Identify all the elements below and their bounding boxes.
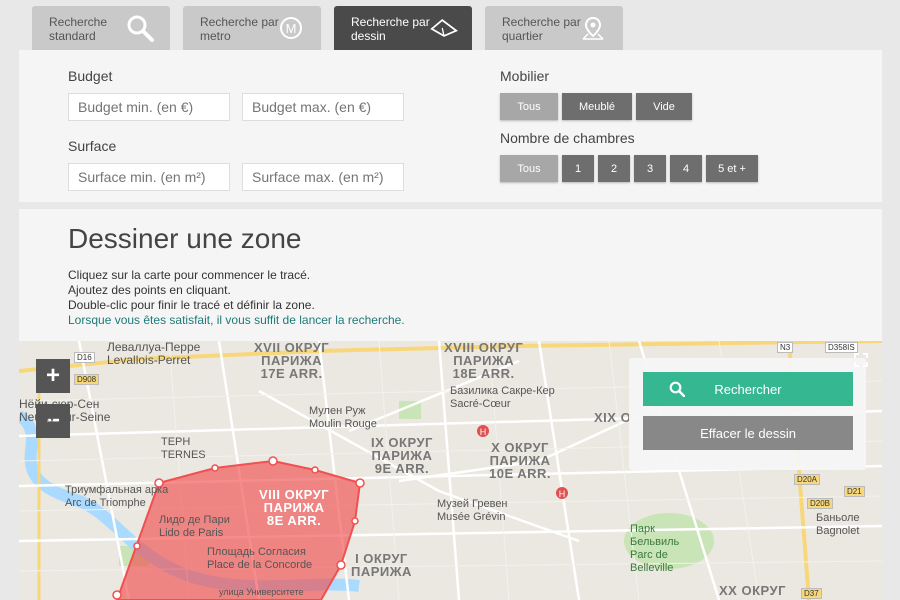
chambres-2-button[interactable]: 2 bbox=[598, 155, 630, 182]
map-pin-icon bbox=[579, 14, 607, 42]
mobilier-vide-button[interactable]: Vide bbox=[636, 93, 692, 120]
search-button[interactable]: Rechercher bbox=[643, 372, 853, 406]
surface-label: Surface bbox=[68, 138, 117, 154]
map-canvas[interactable]: H H + − D16 D908 D358IS N3 D20A D20B D21… bbox=[19, 341, 882, 600]
road-badge: N3 bbox=[777, 342, 794, 353]
filters-panel: Budget Surface Mobilier Tous Meublé Vide… bbox=[19, 50, 882, 202]
chambres-1-button[interactable]: 1 bbox=[562, 155, 594, 182]
draw-zone-panel: Dessiner une zone Cliquez sur la carte p… bbox=[19, 209, 882, 341]
chambres-4-button[interactable]: 4 bbox=[670, 155, 702, 182]
search-mode-tabs: Recherche standard Recherche par metro M… bbox=[32, 6, 623, 50]
map-label-1er: I ОКРУГ ПАРИЖА bbox=[351, 551, 412, 579]
instruction-line: Cliquez sur la carte pour commencer le t… bbox=[68, 268, 311, 282]
tab-standard-label: Recherche standard bbox=[49, 15, 108, 43]
tab-standard[interactable]: Recherche standard bbox=[32, 6, 170, 50]
map-label-grevin: Музей Гревен Musée Grévin bbox=[437, 498, 508, 523]
instruction-line-highlight: Lorsque vous êtes satisfait, il vous suf… bbox=[68, 313, 405, 327]
map-label-9e: IX ОКРУГ ПАРИЖА 9E ARR. bbox=[371, 435, 433, 476]
budget-min-input[interactable] bbox=[68, 93, 230, 121]
budget-label: Budget bbox=[68, 68, 113, 84]
tab-metro-label: Recherche par metro bbox=[200, 15, 279, 43]
tab-metro[interactable]: Recherche par metro M bbox=[183, 6, 321, 50]
search-button-label: Rechercher bbox=[714, 381, 782, 397]
map-label-19e: XIX О bbox=[594, 410, 632, 425]
map-label-belleville: Парк Бельвиль Parc de Belleville bbox=[630, 523, 680, 574]
map-label-concorde: Площадь Согласия Place de la Concorde bbox=[207, 546, 313, 571]
chambres-options: Tous 1 2 3 4 5 et + bbox=[500, 155, 758, 182]
road-badge: D358IS bbox=[825, 342, 858, 353]
mobilier-label: Mobilier bbox=[500, 68, 550, 84]
map-label-20e: XX ОКРУГ bbox=[719, 583, 786, 598]
instruction-line: Double-clic pour finir le tracé et défin… bbox=[68, 298, 315, 312]
tab-quartier[interactable]: Recherche par quartier bbox=[485, 6, 623, 50]
road-badge: D908 bbox=[74, 374, 100, 385]
map-label-ternes: ТЕРН TERNES bbox=[161, 436, 206, 461]
draw-instructions: Cliquez sur la carte pour commencer le t… bbox=[68, 268, 405, 328]
clear-drawing-button[interactable]: Effacer le dessin bbox=[643, 416, 853, 450]
map-label-street: улица Университете bbox=[219, 587, 304, 597]
draw-icon bbox=[430, 14, 458, 42]
road-badge: D16 bbox=[74, 352, 95, 363]
map-label-bagnolet: Баньоле Bagnolet bbox=[816, 512, 860, 537]
chambres-5plus-button[interactable]: 5 et + bbox=[706, 155, 758, 182]
map-label-arc-triomphe: Триумфальная арка Arc de Triomphe bbox=[65, 484, 169, 509]
search-icon bbox=[126, 14, 154, 42]
map-label-17e: XVII ОКРУГ ПАРИЖА 17E ARR. bbox=[254, 341, 330, 381]
map-action-panel: Rechercher Effacer le dessin bbox=[629, 358, 866, 470]
map-label-sacre-coeur: Базилика Сакре-Кер Sacré-Cœur bbox=[450, 385, 555, 410]
fullscreen-icon[interactable] bbox=[854, 353, 868, 367]
map-label-8e: VIII ОКРУГ ПАРИЖА 8E ARR. bbox=[259, 487, 330, 528]
svg-text:H: H bbox=[559, 489, 566, 499]
surface-min-input[interactable] bbox=[68, 163, 230, 191]
tab-quartier-label: Recherche par quartier bbox=[502, 15, 581, 43]
metro-icon: M bbox=[277, 14, 305, 42]
svg-text:M: M bbox=[286, 21, 297, 36]
road-badge: D21 bbox=[844, 486, 865, 497]
road-badge: D20B bbox=[807, 498, 834, 509]
tab-draw[interactable]: Recherche par dessin bbox=[334, 6, 472, 50]
chambres-3-button[interactable]: 3 bbox=[634, 155, 666, 182]
road-badge: D20A bbox=[794, 474, 821, 485]
chambres-tous-button[interactable]: Tous bbox=[500, 155, 558, 182]
budget-max-input[interactable] bbox=[242, 93, 404, 121]
instruction-line: Ajoutez des points en cliquant. bbox=[68, 283, 231, 297]
chambres-label: Nombre de chambres bbox=[500, 130, 635, 146]
map-label-10e: X ОКРУГ ПАРИЖА 10E ARR. bbox=[489, 440, 552, 481]
tab-draw-label: Recherche par dessin bbox=[351, 15, 430, 43]
road-badge: D37 bbox=[801, 588, 822, 599]
map-label-levallois: Леваллуа-Перре Levallois-Perret bbox=[107, 341, 201, 367]
map-label-lido: Лидо де Пари Lido de Paris bbox=[159, 514, 230, 539]
surface-max-input[interactable] bbox=[242, 163, 404, 191]
mobilier-options: Tous Meublé Vide bbox=[500, 93, 692, 120]
page-title: Dessiner une zone bbox=[68, 223, 302, 254]
map-label-18e: XVIII ОКРУГ ПАРИЖА 18E ARR. bbox=[444, 341, 524, 381]
map-label-neuilly: Нёйи-сюр-Сен Neuilly-sur-Seine bbox=[19, 397, 111, 424]
svg-text:H: H bbox=[480, 427, 487, 437]
zoom-in-button[interactable]: + bbox=[36, 359, 70, 393]
map-label-moulin-rouge: Мулен Руж Moulin Rouge bbox=[309, 405, 377, 430]
mobilier-meuble-button[interactable]: Meublé bbox=[562, 93, 632, 120]
mobilier-tous-button[interactable]: Tous bbox=[500, 93, 558, 120]
